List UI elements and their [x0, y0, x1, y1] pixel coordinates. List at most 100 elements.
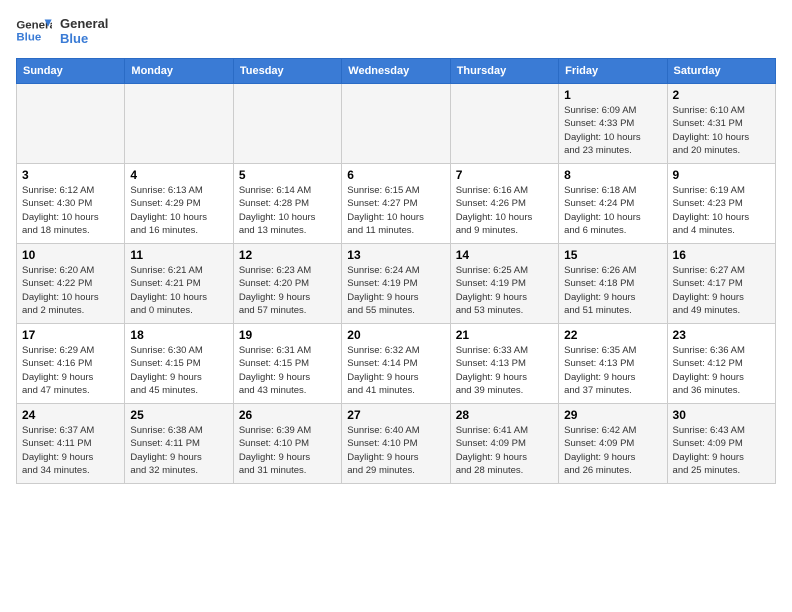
day-number: 1 — [564, 88, 661, 102]
calendar-cell: 2 Sunrise: 6:10 AM Sunset: 4:31 PM Daylig… — [667, 84, 775, 164]
day-number: 14 — [456, 248, 553, 262]
day-info: Sunrise: 6:10 AM Sunset: 4:31 PM Dayligh… — [673, 104, 770, 157]
calendar-cell: 6Sunrise: 6:15 AM Sunset: 4:27 PM Daylig… — [342, 164, 450, 244]
day-number: 11 — [130, 248, 227, 262]
calendar-header: SundayMondayTuesdayWednesdayThursdayFrid… — [17, 59, 776, 84]
day-header-sunday: Sunday — [17, 59, 125, 84]
day-info: Sunrise: 6:26 AM Sunset: 4:18 PM Dayligh… — [564, 264, 661, 317]
day-header-friday: Friday — [559, 59, 667, 84]
day-number: 28 — [456, 408, 553, 422]
calendar-cell — [342, 84, 450, 164]
day-number: 12 — [239, 248, 336, 262]
calendar-week-3: 10 Sunrise: 6:20 AM Sunset: 4:22 PM Dayli… — [17, 244, 776, 324]
day-info: Sunrise: 6:25 AM Sunset: 4:19 PM Dayligh… — [456, 264, 553, 317]
day-header-tuesday: Tuesday — [233, 59, 341, 84]
day-number: 22 — [564, 328, 661, 342]
day-info: Sunrise: 6:18 AM Sunset: 4:24 PM Dayligh… — [564, 184, 661, 237]
logo-blue: Blue — [60, 31, 108, 46]
day-info: Sunrise: 6:36 AM Sunset: 4:12 PM Dayligh… — [673, 344, 770, 397]
day-info: Sunrise: 6:29 AM Sunset: 4:16 PM Dayligh… — [22, 344, 119, 397]
day-number: 29 — [564, 408, 661, 422]
calendar-cell: 27Sunrise: 6:40 AM Sunset: 4:10 PM Dayli… — [342, 404, 450, 484]
day-number: 13 — [347, 248, 444, 262]
day-number: 4 — [130, 168, 227, 182]
day-header-thursday: Thursday — [450, 59, 558, 84]
page-header: General Blue General Blue — [16, 16, 776, 46]
day-info: Sunrise: 6:38 AM Sunset: 4:11 PM Dayligh… — [130, 424, 227, 477]
calendar-cell: 20Sunrise: 6:32 AM Sunset: 4:14 PM Dayli… — [342, 324, 450, 404]
calendar-cell: 12 Sunrise: 6:23 AM Sunset: 4:20 PM Dayli… — [233, 244, 341, 324]
calendar-cell: 29 Sunrise: 6:42 AM Sunset: 4:09 PM Dayli… — [559, 404, 667, 484]
calendar-cell: 30Sunrise: 6:43 AM Sunset: 4:09 PM Dayli… — [667, 404, 775, 484]
calendar-cell: 3Sunrise: 6:12 AM Sunset: 4:30 PM Daylig… — [17, 164, 125, 244]
day-info: Sunrise: 6:35 AM Sunset: 4:13 PM Dayligh… — [564, 344, 661, 397]
day-number: 27 — [347, 408, 444, 422]
calendar-cell: 5 Sunrise: 6:14 AM Sunset: 4:28 PM Daylig… — [233, 164, 341, 244]
logo-icon: General Blue — [16, 16, 52, 46]
day-header-monday: Monday — [125, 59, 233, 84]
day-header-saturday: Saturday — [667, 59, 775, 84]
calendar-body: 1 Sunrise: 6:09 AM Sunset: 4:33 PM Daylig… — [17, 84, 776, 484]
day-info: Sunrise: 6:39 AM Sunset: 4:10 PM Dayligh… — [239, 424, 336, 477]
calendar-cell: 21 Sunrise: 6:33 AM Sunset: 4:13 PM Dayli… — [450, 324, 558, 404]
day-number: 15 — [564, 248, 661, 262]
day-number: 24 — [22, 408, 119, 422]
calendar-cell: 15 Sunrise: 6:26 AM Sunset: 4:18 PM Dayli… — [559, 244, 667, 324]
day-number: 5 — [239, 168, 336, 182]
day-info: Sunrise: 6:14 AM Sunset: 4:28 PM Dayligh… — [239, 184, 336, 237]
day-info: Sunrise: 6:23 AM Sunset: 4:20 PM Dayligh… — [239, 264, 336, 317]
calendar-cell: 16 Sunrise: 6:27 AM Sunset: 4:17 PM Dayli… — [667, 244, 775, 324]
day-number: 16 — [673, 248, 770, 262]
day-number: 26 — [239, 408, 336, 422]
day-info: Sunrise: 6:21 AM Sunset: 4:21 PM Dayligh… — [130, 264, 227, 317]
calendar-cell: 19 Sunrise: 6:31 AM Sunset: 4:15 PM Dayli… — [233, 324, 341, 404]
calendar-cell: 11 Sunrise: 6:21 AM Sunset: 4:21 PM Dayli… — [125, 244, 233, 324]
calendar-week-4: 17 Sunrise: 6:29 AM Sunset: 4:16 PM Dayli… — [17, 324, 776, 404]
calendar-cell: 26 Sunrise: 6:39 AM Sunset: 4:10 PM Dayli… — [233, 404, 341, 484]
calendar-cell — [450, 84, 558, 164]
day-info: Sunrise: 6:13 AM Sunset: 4:29 PM Dayligh… — [130, 184, 227, 237]
day-info: Sunrise: 6:19 AM Sunset: 4:23 PM Dayligh… — [673, 184, 770, 237]
calendar-cell: 4 Sunrise: 6:13 AM Sunset: 4:29 PM Daylig… — [125, 164, 233, 244]
calendar-cell: 28Sunrise: 6:41 AM Sunset: 4:09 PM Dayli… — [450, 404, 558, 484]
day-number: 8 — [564, 168, 661, 182]
day-info: Sunrise: 6:24 AM Sunset: 4:19 PM Dayligh… — [347, 264, 444, 317]
day-number: 25 — [130, 408, 227, 422]
day-number: 6 — [347, 168, 444, 182]
day-number: 23 — [673, 328, 770, 342]
day-number: 9 — [673, 168, 770, 182]
calendar-cell: 23 Sunrise: 6:36 AM Sunset: 4:12 PM Dayli… — [667, 324, 775, 404]
calendar-cell — [233, 84, 341, 164]
day-number: 19 — [239, 328, 336, 342]
calendar-cell: 8 Sunrise: 6:18 AM Sunset: 4:24 PM Daylig… — [559, 164, 667, 244]
day-number: 7 — [456, 168, 553, 182]
day-info: Sunrise: 6:09 AM Sunset: 4:33 PM Dayligh… — [564, 104, 661, 157]
day-number: 17 — [22, 328, 119, 342]
calendar-cell: 1 Sunrise: 6:09 AM Sunset: 4:33 PM Daylig… — [559, 84, 667, 164]
day-header-wednesday: Wednesday — [342, 59, 450, 84]
day-info: Sunrise: 6:43 AM Sunset: 4:09 PM Dayligh… — [673, 424, 770, 477]
day-number: 2 — [673, 88, 770, 102]
day-number: 21 — [456, 328, 553, 342]
calendar-week-2: 3Sunrise: 6:12 AM Sunset: 4:30 PM Daylig… — [17, 164, 776, 244]
day-info: Sunrise: 6:20 AM Sunset: 4:22 PM Dayligh… — [22, 264, 119, 317]
calendar-cell: 10 Sunrise: 6:20 AM Sunset: 4:22 PM Dayli… — [17, 244, 125, 324]
day-number: 10 — [22, 248, 119, 262]
day-info: Sunrise: 6:37 AM Sunset: 4:11 PM Dayligh… — [22, 424, 119, 477]
calendar-week-5: 24 Sunrise: 6:37 AM Sunset: 4:11 PM Dayli… — [17, 404, 776, 484]
calendar-cell: 24 Sunrise: 6:37 AM Sunset: 4:11 PM Dayli… — [17, 404, 125, 484]
calendar-cell: 25 Sunrise: 6:38 AM Sunset: 4:11 PM Dayli… — [125, 404, 233, 484]
calendar-cell: 17 Sunrise: 6:29 AM Sunset: 4:16 PM Dayli… — [17, 324, 125, 404]
calendar-cell: 22 Sunrise: 6:35 AM Sunset: 4:13 PM Dayli… — [559, 324, 667, 404]
day-info: Sunrise: 6:31 AM Sunset: 4:15 PM Dayligh… — [239, 344, 336, 397]
day-number: 18 — [130, 328, 227, 342]
day-info: Sunrise: 6:33 AM Sunset: 4:13 PM Dayligh… — [456, 344, 553, 397]
day-info: Sunrise: 6:42 AM Sunset: 4:09 PM Dayligh… — [564, 424, 661, 477]
day-info: Sunrise: 6:27 AM Sunset: 4:17 PM Dayligh… — [673, 264, 770, 317]
calendar-cell — [17, 84, 125, 164]
day-info: Sunrise: 6:16 AM Sunset: 4:26 PM Dayligh… — [456, 184, 553, 237]
calendar-cell: 9 Sunrise: 6:19 AM Sunset: 4:23 PM Daylig… — [667, 164, 775, 244]
day-info: Sunrise: 6:30 AM Sunset: 4:15 PM Dayligh… — [130, 344, 227, 397]
calendar-cell: 18 Sunrise: 6:30 AM Sunset: 4:15 PM Dayli… — [125, 324, 233, 404]
logo: General Blue General Blue — [16, 16, 108, 46]
